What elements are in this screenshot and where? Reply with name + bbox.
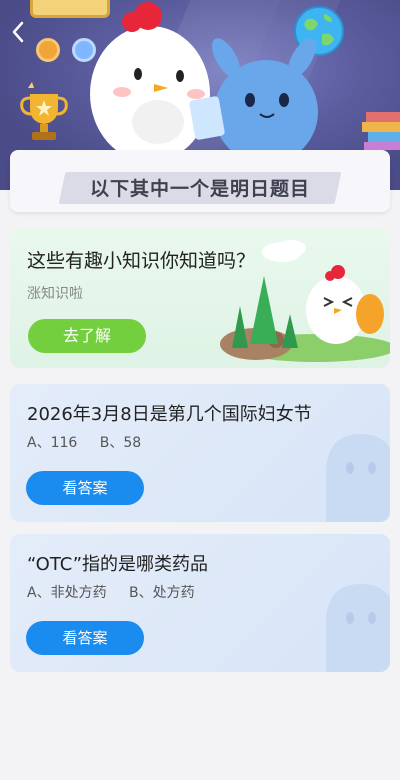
question-options: A、非处方药 B、处方药 (27, 582, 213, 602)
ghost-mascot-icon (326, 434, 390, 522)
promo-card: 这些有趣小知识你知道吗？ 涨知识啦 去了解 (10, 228, 390, 368)
option-b: B、处方药 (129, 585, 195, 601)
promo-illustration (220, 240, 390, 362)
promo-subtitle: 涨知识啦 (27, 286, 83, 302)
mascot-characters (90, 2, 318, 164)
option-b: B、58 (99, 435, 142, 451)
trophy-icon (20, 82, 68, 140)
learn-more-button[interactable]: 去了解 (28, 319, 146, 353)
back-button[interactable] (6, 18, 32, 46)
option-a: A、116 (27, 435, 78, 451)
question-card: “OTC”指的是哪类药品 A、非处方药 B、处方药 看答案 (10, 534, 390, 672)
option-a: A、非处方药 (27, 585, 107, 601)
view-answer-button[interactable]: 看答案 (26, 471, 144, 505)
question-options: A、116 B、58 (27, 432, 159, 452)
page-title: 以下其中一个是明日题目 (89, 178, 310, 200)
question-card: 2026年3月8日是第几个国际妇女节 A、116 B、58 看答案 (10, 384, 390, 522)
view-answer-button[interactable]: 看答案 (26, 621, 144, 655)
books-icon (362, 112, 400, 150)
ghost-mascot-icon (326, 584, 390, 672)
gold-medal-icon (36, 38, 60, 62)
question-title: 2026年3月8日是第几个国际妇女节 (27, 404, 312, 425)
question-title: “OTC”指的是哪类药品 (27, 554, 209, 575)
